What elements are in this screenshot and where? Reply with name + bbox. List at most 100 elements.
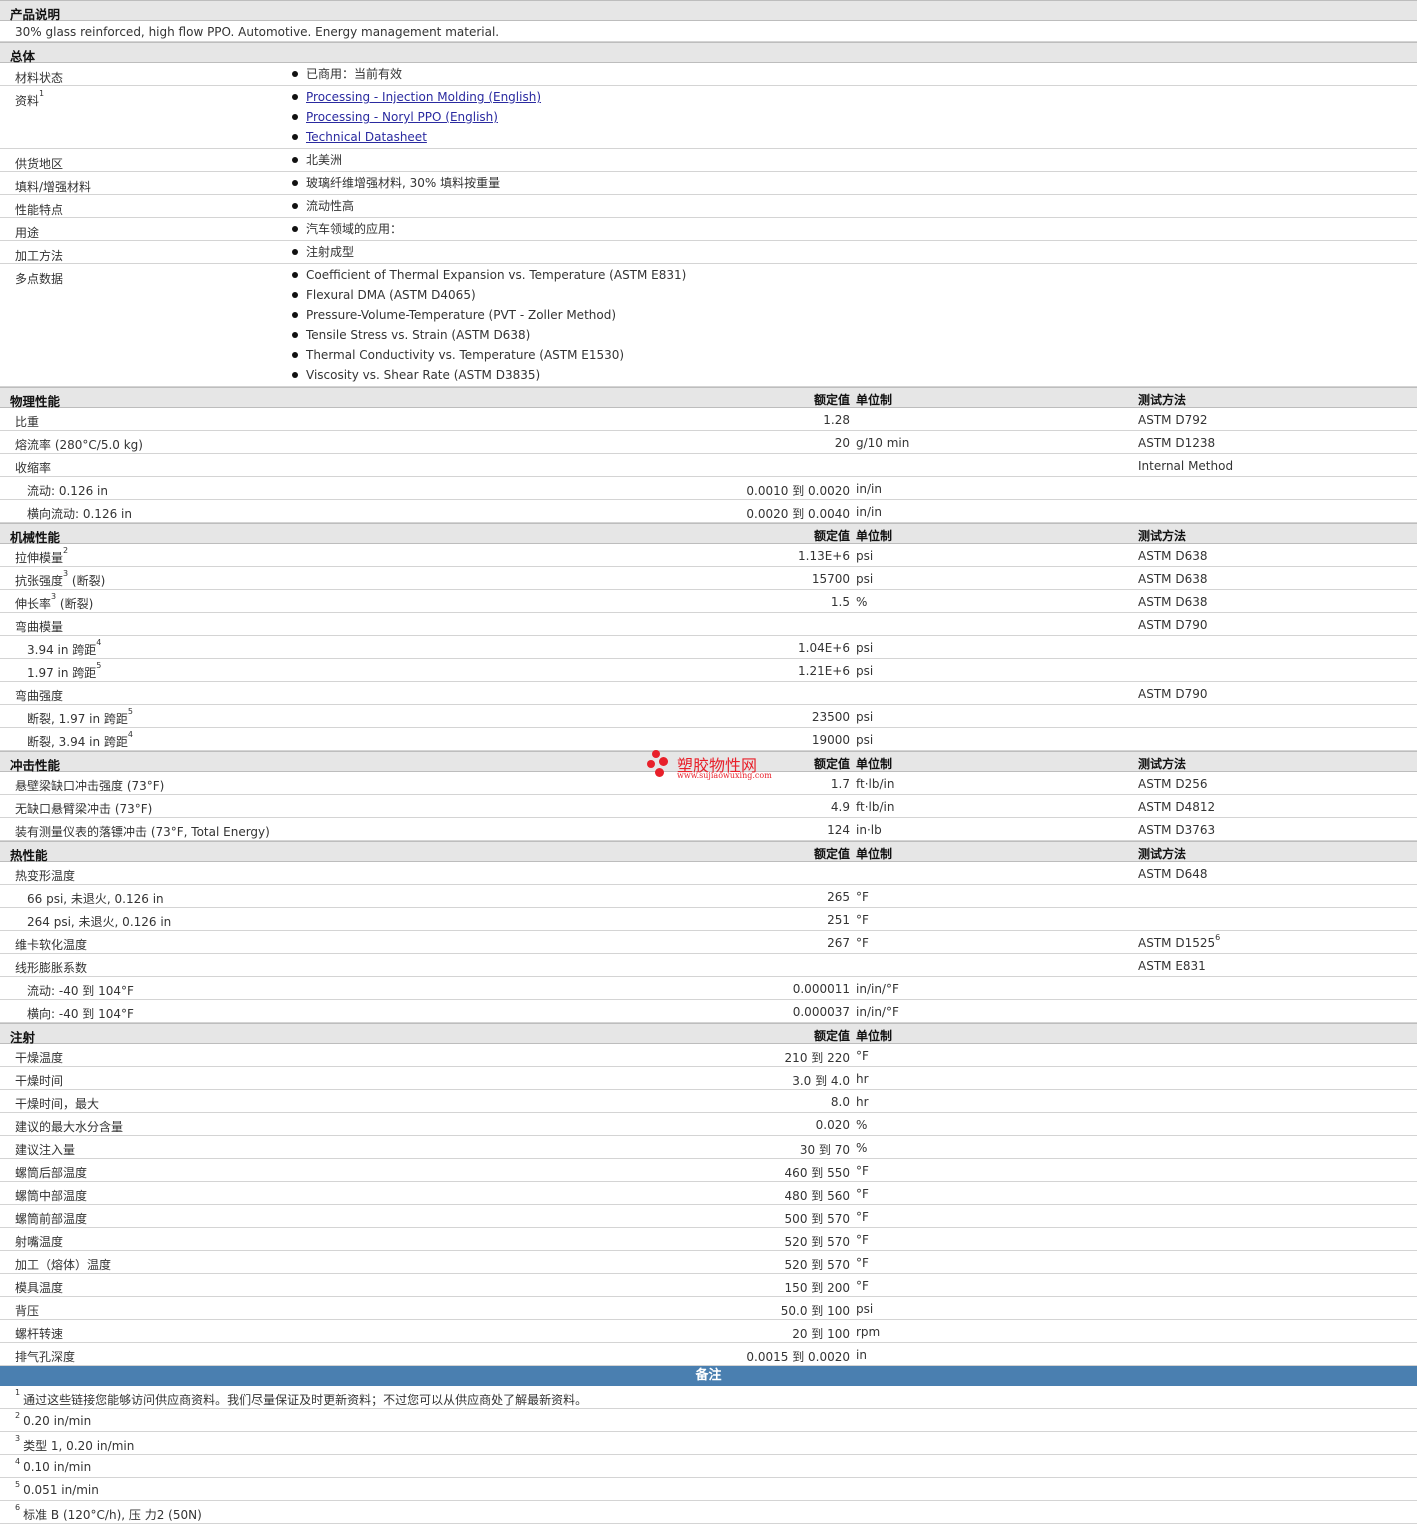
property-unit: psi bbox=[856, 549, 874, 563]
property-unit: in/in/°F bbox=[856, 982, 899, 996]
label-text: 加工方法 bbox=[15, 249, 64, 263]
label-text: 射嘴温度 bbox=[15, 1235, 64, 1249]
list-item: Tensile Stress vs. Strain (ASTM D638) bbox=[292, 328, 686, 348]
property-label: 3.94 in 跨距4 bbox=[27, 638, 101, 658]
item-text: 玻璃纤维增强材料, 30% 填料按重量 bbox=[306, 176, 501, 190]
footnote-ref: 4 bbox=[127, 730, 134, 739]
column-header-unit: 单位制 bbox=[856, 393, 893, 407]
list-item: 汽车领域的应用： bbox=[292, 222, 402, 242]
property-value: 20 bbox=[834, 436, 850, 450]
section-header-general: 总体 bbox=[0, 42, 1417, 64]
label-text: 无缺口悬臂梁冲击 (73°F) bbox=[15, 802, 153, 816]
logo-dot-icon bbox=[655, 768, 664, 777]
property-value: 265 bbox=[827, 890, 850, 904]
bullet-list: 已商用：当前有效 bbox=[292, 67, 402, 87]
label-text: 多点数据 bbox=[15, 272, 64, 286]
label-text: 螺筒后部温度 bbox=[15, 1166, 88, 1180]
bullet-list: Processing - Injection Molding (English)… bbox=[292, 90, 541, 150]
bullet-icon bbox=[292, 331, 298, 338]
property-unit: ft·lb/in bbox=[856, 800, 895, 814]
label-text: 1.97 in 跨距 bbox=[27, 666, 97, 680]
property-row: 热变形温度 ASTM D648 bbox=[0, 862, 1417, 885]
property-label: 材料状态 bbox=[15, 69, 63, 86]
general-row: 多点数据 Coefficient of Thermal Expansion vs.… bbox=[0, 264, 1417, 387]
property-label: 维卡软化温度 bbox=[15, 936, 87, 953]
notes-title: 备注 bbox=[695, 1368, 722, 1383]
label-text: 供货地区 bbox=[15, 157, 64, 171]
property-row: 66 psi, 未退火, 0.126 in 265 °F bbox=[0, 885, 1417, 908]
item-text: 已商用：当前有效 bbox=[306, 67, 403, 81]
label-text: 264 psi, 未退火, 0.126 in bbox=[27, 915, 172, 929]
property-label: 资料1 bbox=[15, 89, 44, 109]
property-row: 1.97 in 跨距5 1.21E+6 psi bbox=[0, 659, 1417, 682]
property-value: 8.0 bbox=[830, 1095, 850, 1109]
note-content: 标准 B (120°C/h), 压 力2 (50N) bbox=[23, 1508, 202, 1522]
test-method: ASTM D256 bbox=[1138, 777, 1207, 791]
label-text: 用途 bbox=[15, 226, 40, 240]
document-link[interactable]: Technical Datasheet bbox=[306, 130, 427, 144]
label-text: 熔流率 (280°C/5.0 kg) bbox=[15, 438, 143, 452]
item-text: Thermal Conductivity vs. Temperature (AS… bbox=[306, 348, 625, 362]
property-value: 19000 bbox=[811, 733, 850, 747]
bullet-icon bbox=[292, 291, 298, 298]
note-number: 4 bbox=[15, 1457, 21, 1466]
property-label: 螺杆转速 bbox=[15, 1325, 63, 1342]
bullet-icon bbox=[292, 113, 298, 120]
item-text: 流动性高 bbox=[306, 199, 355, 213]
note-row: 4 0.10 in/min bbox=[0, 1455, 1417, 1478]
method-text: Internal Method bbox=[1138, 459, 1234, 473]
watermark-logo: 塑胶物性网 www.sujiaowuxing.com bbox=[646, 748, 776, 784]
product-description-text: 30% glass reinforced, high flow PPO. Aut… bbox=[15, 25, 500, 39]
footnote-ref: 3 bbox=[63, 569, 69, 578]
property-label: 排气孔深度 bbox=[15, 1348, 75, 1365]
document-link[interactable]: Processing - Injection Molding (English) bbox=[306, 90, 541, 104]
property-row: 伸长率3 (断裂) 1.5% ASTM D638 bbox=[0, 590, 1417, 613]
item-text: Viscosity vs. Shear Rate (ASTM D3835) bbox=[306, 368, 541, 382]
test-method: ASTM D790 bbox=[1138, 687, 1207, 701]
label-text: 比重 bbox=[15, 415, 40, 429]
property-value: 15700 bbox=[811, 572, 850, 586]
column-header-method: 测试方法 bbox=[1138, 757, 1187, 771]
item-text: Coefficient of Thermal Expansion vs. Tem… bbox=[306, 268, 687, 282]
property-row: 拉伸模量2 1.13E+6 psi ASTM D638 bbox=[0, 544, 1417, 567]
note-content: 0.051 in/min bbox=[23, 1483, 99, 1497]
property-row: 流动: -40 到 104°F 0.000011 in/in/°F bbox=[0, 977, 1417, 1000]
property-unit: g/10 min bbox=[856, 436, 910, 450]
general-row: 用途 汽车领域的应用： bbox=[0, 218, 1417, 241]
property-unit: °F bbox=[856, 1256, 869, 1270]
label-suffix: (断裂) bbox=[68, 574, 106, 588]
general-row: 资料1 Processing - Injection Molding (Engli… bbox=[0, 86, 1417, 149]
property-value: 251 bbox=[827, 913, 850, 927]
test-method: ASTM D648 bbox=[1138, 867, 1207, 881]
label-text: 干燥时间，最大 bbox=[15, 1097, 100, 1111]
property-unit: °F bbox=[856, 1279, 869, 1293]
property-value: 0.000037 bbox=[792, 1005, 850, 1019]
property-unit: °F bbox=[856, 1233, 869, 1247]
bullet-list: Coefficient of Thermal Expansion vs. Tem… bbox=[292, 268, 686, 388]
property-label: 弯曲模量 bbox=[15, 618, 63, 635]
property-label: 用途 bbox=[15, 224, 39, 241]
list-item: Thermal Conductivity vs. Temperature (AS… bbox=[292, 348, 686, 368]
bullet-icon bbox=[292, 371, 298, 378]
label-text: 热变形温度 bbox=[15, 869, 76, 883]
notes-list: 1通过这些链接您能够访问供应商资料。我们尽量保证及时更新资料；不过您可以从供应商… bbox=[0, 1386, 1417, 1524]
list-item: 玻璃纤维增强材料, 30% 填料按重量 bbox=[292, 176, 500, 196]
property-label: 抗张强度3 (断裂) bbox=[15, 569, 106, 589]
property-value: 520 到 570 bbox=[784, 1258, 850, 1272]
property-unit: psi bbox=[856, 572, 874, 586]
property-label: 螺筒后部温度 bbox=[15, 1164, 87, 1181]
label-text: 加工（熔体）温度 bbox=[15, 1258, 112, 1272]
property-value: 0.0010 到 0.0020 bbox=[746, 484, 850, 498]
document-link[interactable]: Processing - Noryl PPO (English) bbox=[306, 110, 498, 124]
label-text: 装有测量仪表的落镖冲击 (73°F, Total Energy) bbox=[15, 825, 270, 839]
footnote-ref: 3 bbox=[51, 592, 57, 601]
label-text: 弯曲强度 bbox=[15, 689, 64, 703]
property-label: 多点数据 bbox=[15, 270, 63, 287]
property-unit: psi bbox=[856, 1302, 874, 1316]
label-text: 流动: -40 到 104°F bbox=[27, 984, 134, 998]
list-item: 北美洲 bbox=[292, 153, 342, 173]
property-label: 比重 bbox=[15, 413, 39, 430]
label-text: 螺筒前部温度 bbox=[15, 1212, 88, 1226]
property-value: 124 bbox=[827, 823, 850, 837]
general-row: 供货地区 北美洲 bbox=[0, 149, 1417, 172]
